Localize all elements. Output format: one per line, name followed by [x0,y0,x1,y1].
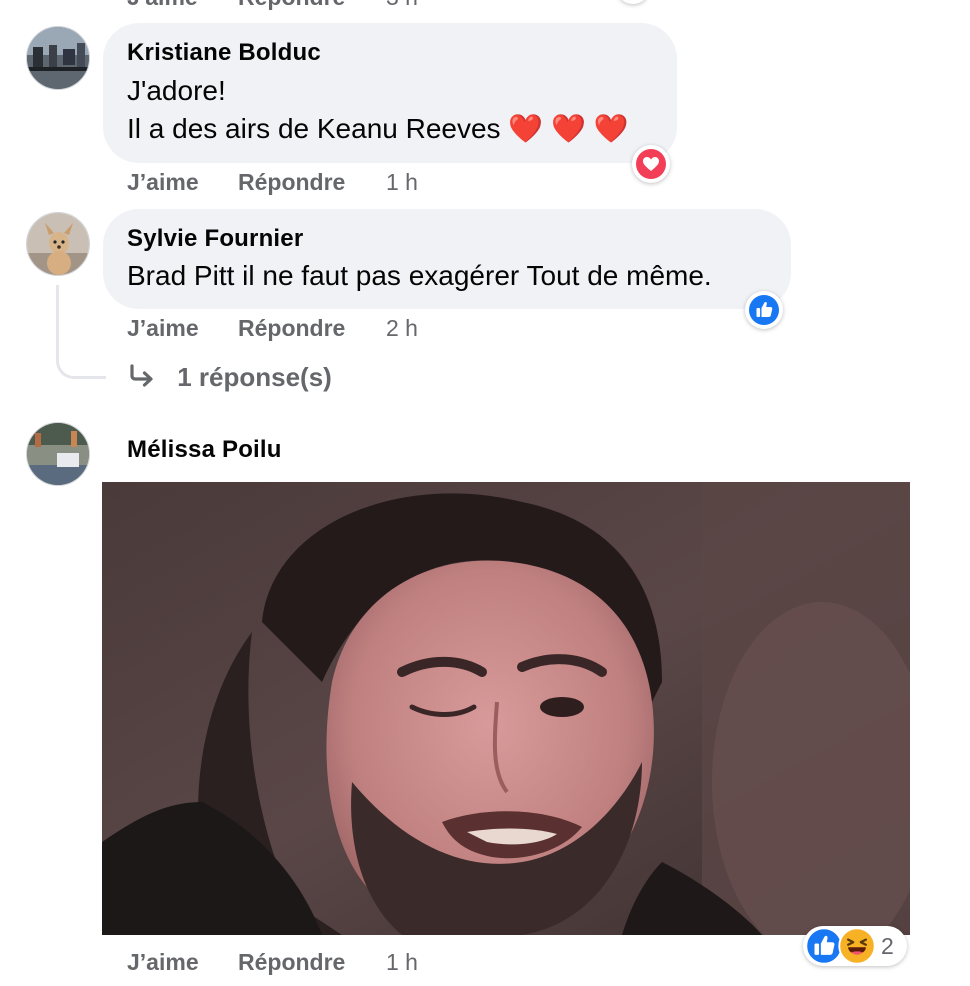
reaction-summary[interactable]: 2 [803,926,907,966]
comment-actions: J’aime Répondre 1 h [127,949,527,979]
timestamp[interactable]: 2 h [386,315,418,342]
heart-emojis: ❤️ ❤️ ❤️ [508,113,629,144]
reply-link[interactable]: Répondre [238,315,345,342]
avatar[interactable] [26,212,90,276]
comment-line: Il a des airs de Keanu Reeves ❤️ ❤️ ❤️ [127,110,629,148]
haha-reaction-icon [838,927,876,965]
gif-image [102,482,910,935]
thread-connector [56,285,106,379]
comment-author[interactable]: Sylvie Fournier [127,225,303,253]
comment-text: Brad Pitt il ne faut pas exagérer Tout d… [127,260,712,291]
comment-bubble: Sylvie Fournier Brad Pitt il ne faut pas… [103,209,791,309]
comment-gif[interactable] [102,482,910,935]
reaction-count: 2 [881,933,894,959]
comment-line-text: Il a des airs de Keanu Reeves [127,113,501,144]
avatar[interactable] [26,422,90,486]
comment-actions: J’aime Répondre 2 h [127,315,527,345]
comment-line: J'adore! [127,75,226,106]
comment-text: J'adore! Il a des airs de Keanu Reeves ❤… [127,72,629,148]
top-comment-actions: J'aime Répondre 3 h [127,0,527,14]
view-replies-link[interactable]: 1 réponse(s) [128,362,332,396]
like-link[interactable]: J’aime [127,949,199,976]
avatar[interactable] [26,26,90,90]
heart-reaction-badge[interactable] [632,145,670,183]
heart-reaction-icon [636,149,666,179]
reply-link[interactable]: Répondre [238,949,345,976]
timestamp[interactable]: 1 h [386,169,418,196]
comment-author[interactable]: Mélissa Poilu [127,436,282,464]
reply-link[interactable]: Répondre [238,169,345,196]
like-reaction-badge[interactable] [745,291,783,329]
like-link[interactable]: J’aime [127,169,199,196]
timestamp[interactable]: 3 h [386,0,418,11]
comment-bubble: Kristiane Bolduc J'adore! Il a des airs … [103,23,677,163]
timestamp[interactable]: 1 h [386,949,418,976]
like-link[interactable]: J’aime [127,315,199,342]
replies-count-label: 1 réponse(s) [177,362,332,392]
comment-actions: J’aime Répondre 1 h [127,169,527,199]
comment-author[interactable]: Kristiane Bolduc [127,39,321,67]
reply-link[interactable]: Répondre [238,0,345,11]
like-reaction-icon [749,295,779,325]
reply-arrow-icon [128,362,160,393]
like-link[interactable]: J'aime [127,0,198,11]
reaction-badge-partial[interactable] [618,0,648,4]
